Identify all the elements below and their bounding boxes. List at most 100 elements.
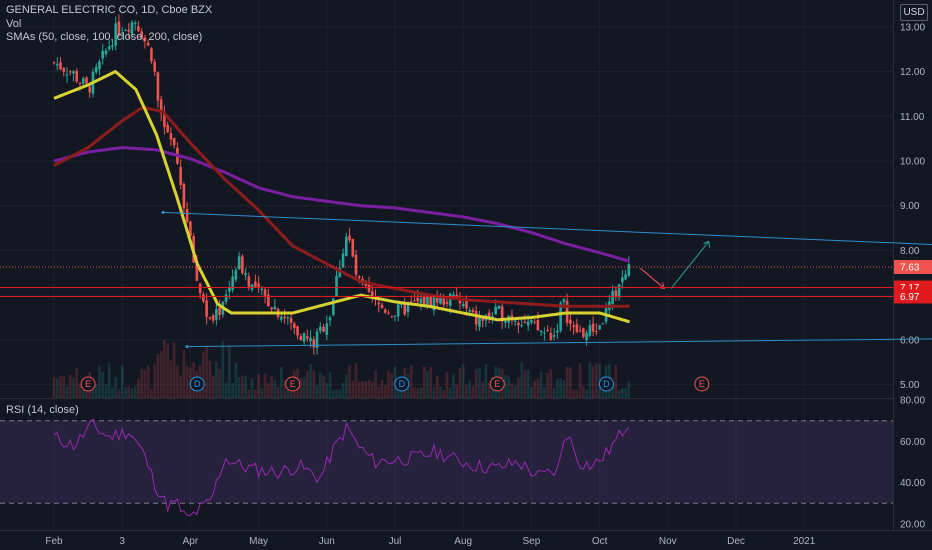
candle-body bbox=[526, 321, 530, 326]
volume-bar bbox=[65, 386, 69, 398]
event-label: D bbox=[399, 379, 406, 389]
volume-bar bbox=[627, 381, 631, 398]
time-tick-label: Apr bbox=[183, 536, 199, 547]
volume-bar bbox=[260, 388, 264, 398]
candle-body bbox=[409, 301, 413, 303]
candle-body bbox=[198, 283, 202, 294]
volume-bar bbox=[565, 367, 569, 398]
event-label: E bbox=[494, 379, 500, 389]
volume-bar bbox=[575, 389, 579, 398]
volume-bar bbox=[465, 384, 468, 398]
volume-bar bbox=[572, 389, 575, 398]
candle-body bbox=[263, 289, 267, 296]
volume-bar bbox=[247, 389, 251, 398]
volume-bar bbox=[510, 383, 514, 398]
candle-body bbox=[146, 42, 150, 46]
candle-body bbox=[377, 302, 381, 305]
candle-body bbox=[468, 310, 471, 312]
volume-bar bbox=[302, 377, 306, 398]
candle-body bbox=[380, 304, 384, 308]
time-tick-label: Jun bbox=[319, 536, 335, 547]
candle-body bbox=[627, 264, 631, 277]
candle-body bbox=[341, 253, 345, 268]
volume-bar bbox=[111, 387, 114, 398]
volume-bar bbox=[595, 363, 598, 398]
candle-body bbox=[280, 316, 283, 320]
volume-bar bbox=[98, 365, 101, 398]
candle-body bbox=[211, 315, 215, 321]
candle-body bbox=[296, 326, 299, 336]
time-tick-label: Jul bbox=[389, 536, 402, 547]
candle-body bbox=[520, 325, 523, 327]
volume-bar bbox=[439, 386, 442, 398]
volume-bar bbox=[471, 386, 475, 398]
volume-bar bbox=[422, 366, 426, 398]
volume-bar bbox=[133, 386, 137, 398]
event-label: E bbox=[85, 379, 91, 389]
time-tick-label: May bbox=[249, 536, 268, 547]
currency-button[interactable]: USD bbox=[900, 4, 928, 21]
volume-bar bbox=[153, 364, 156, 398]
candle-body bbox=[351, 238, 355, 257]
volume-bar bbox=[205, 346, 208, 398]
candle-body bbox=[617, 284, 621, 298]
volume-bar bbox=[267, 383, 270, 398]
volume-bar bbox=[127, 385, 130, 398]
volume-bar bbox=[380, 379, 384, 398]
candle-body bbox=[406, 304, 410, 313]
volume-bar bbox=[419, 387, 423, 398]
volume-bar bbox=[315, 385, 319, 398]
candle-body bbox=[224, 294, 228, 302]
volume-bar bbox=[387, 370, 390, 398]
candle-body bbox=[306, 336, 309, 339]
volume-bar bbox=[413, 387, 416, 398]
candle-body bbox=[65, 74, 69, 76]
volume-bar bbox=[344, 374, 348, 398]
time-tick-label: Feb bbox=[45, 536, 63, 547]
candle-body bbox=[257, 283, 260, 287]
volume-bar bbox=[354, 362, 358, 398]
price-tick-label: 10.00 bbox=[900, 156, 925, 167]
candle-body bbox=[205, 300, 208, 317]
candle-body bbox=[101, 50, 105, 59]
rsi-legend: RSI (14, close) bbox=[6, 404, 79, 416]
candle-body bbox=[513, 320, 517, 322]
time-tick-label: 3 bbox=[119, 536, 125, 547]
volume-bar bbox=[435, 375, 439, 398]
price-chart[interactable]: 13.0012.0011.0010.009.008.007.006.005.00… bbox=[0, 0, 932, 550]
candle-body bbox=[504, 321, 507, 323]
candle-body bbox=[247, 276, 251, 287]
volume-bar bbox=[578, 363, 582, 398]
volume-bar bbox=[614, 365, 618, 398]
candle-body bbox=[202, 294, 205, 302]
candle-body bbox=[465, 300, 468, 309]
volume-bar bbox=[507, 376, 510, 398]
candle-body bbox=[426, 296, 429, 305]
price-tick-label: 6.00 bbox=[900, 335, 920, 346]
candle-body bbox=[72, 71, 75, 74]
volume-bar bbox=[569, 367, 572, 398]
volume-bar bbox=[536, 378, 540, 398]
rsi-tick-label: 80.00 bbox=[900, 396, 925, 407]
price-tick-label: 13.00 bbox=[900, 22, 925, 33]
volume-bar bbox=[377, 386, 381, 398]
price-pane bbox=[0, 0, 893, 398]
candle-body bbox=[172, 138, 176, 146]
trendline-anchor bbox=[185, 345, 189, 349]
volume-bar bbox=[55, 378, 59, 398]
volume-bar bbox=[211, 375, 215, 398]
volume-bar bbox=[299, 377, 303, 398]
candle-body bbox=[582, 328, 585, 337]
time-tick-label: Aug bbox=[454, 536, 472, 547]
candle-body bbox=[234, 270, 238, 280]
candle-body bbox=[98, 61, 101, 70]
volume-bar bbox=[172, 342, 176, 398]
volume-bar bbox=[556, 379, 559, 398]
volume-bar bbox=[130, 388, 134, 398]
candle-body bbox=[299, 336, 303, 341]
volume-bar bbox=[101, 372, 105, 398]
volume-bar bbox=[621, 388, 624, 398]
candle-body bbox=[166, 124, 169, 133]
volume-bar bbox=[208, 360, 212, 398]
volume-bar bbox=[461, 363, 465, 398]
